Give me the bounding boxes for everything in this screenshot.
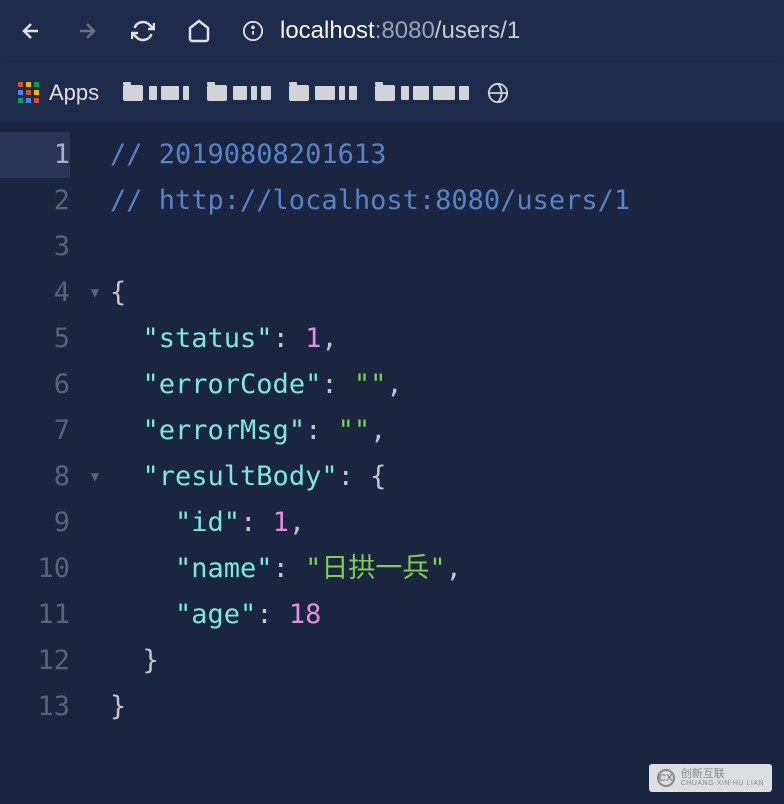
json-key: "errorMsg" [143,408,306,454]
folder-icon [289,85,309,101]
url-text: localhost:8080/users/1 [280,17,520,45]
json-value: 1 [273,500,289,546]
bookmark-folder[interactable] [123,82,189,104]
apps-label: Apps [49,80,99,106]
line-number[interactable]: 10 [0,546,70,592]
back-button[interactable] [18,18,44,44]
bookmark-items [123,82,766,104]
info-icon[interactable] [240,18,266,44]
brace: } [110,684,126,730]
comment: // http://localhost:8080/users/1 [110,178,630,224]
folder-icon [123,85,143,101]
reload-button[interactable] [130,18,156,44]
code-viewer: 1 2 3 4 5 6 7 8 9 10 11 12 13 ▼ ▼ // 201… [0,124,784,804]
comment: // 20190808201613 [110,132,386,178]
folder-icon [207,85,227,101]
forward-button[interactable] [74,18,100,44]
line-number[interactable]: 7 [0,408,70,454]
json-key: "resultBody" [143,454,338,500]
fold-toggle[interactable]: ▼ [80,270,110,316]
code-content[interactable]: // 20190808201613 // http://localhost:80… [110,132,784,804]
line-number[interactable]: 5 [0,316,70,362]
home-button[interactable] [186,18,212,44]
json-key: "name" [175,546,273,592]
bookmarks-bar: Apps [0,62,784,124]
apps-button[interactable]: Apps [18,80,99,106]
browser-toolbar: localhost:8080/users/1 [0,0,784,62]
brace: { [110,270,126,316]
json-value: "" [354,362,387,408]
json-key: "errorCode" [143,362,322,408]
json-value: "日拱一兵" [305,546,446,592]
bookmark-folder[interactable] [207,82,271,104]
bookmark-folder[interactable] [487,82,509,104]
watermark: CX 创新互联 CHUANG-XIN-HU LIAN [649,764,772,792]
apps-icon [18,82,39,103]
fold-toggle[interactable]: ▼ [80,454,110,500]
bookmark-folder[interactable] [289,82,357,104]
json-value: "" [338,408,371,454]
line-gutter: 1 2 3 4 5 6 7 8 9 10 11 12 13 [0,132,80,804]
json-value: 1 [305,316,321,362]
line-number[interactable]: 11 [0,592,70,638]
json-key: "status" [143,316,273,362]
folder-icon [375,85,395,101]
watermark-brand: 创新互联 [681,768,764,780]
line-number[interactable]: 13 [0,684,70,730]
line-number[interactable]: 4 [0,270,70,316]
line-number[interactable]: 9 [0,500,70,546]
line-number[interactable]: 2 [0,178,70,224]
address-bar[interactable]: localhost:8080/users/1 [240,17,766,45]
bookmark-folder[interactable] [375,82,469,104]
watermark-url: CHUANG-XIN-HU LIAN [681,780,764,788]
line-number[interactable]: 12 [0,638,70,684]
nav-controls [18,18,212,44]
json-key: "age" [175,592,256,638]
line-number[interactable]: 3 [0,224,70,270]
json-value: 18 [289,592,322,638]
line-number[interactable]: 1 [0,132,70,178]
fold-gutter: ▼ ▼ [80,132,110,804]
json-key: "id" [175,500,240,546]
line-number[interactable]: 6 [0,362,70,408]
line-number[interactable]: 8 [0,454,70,500]
watermark-icon: CX [657,769,675,787]
